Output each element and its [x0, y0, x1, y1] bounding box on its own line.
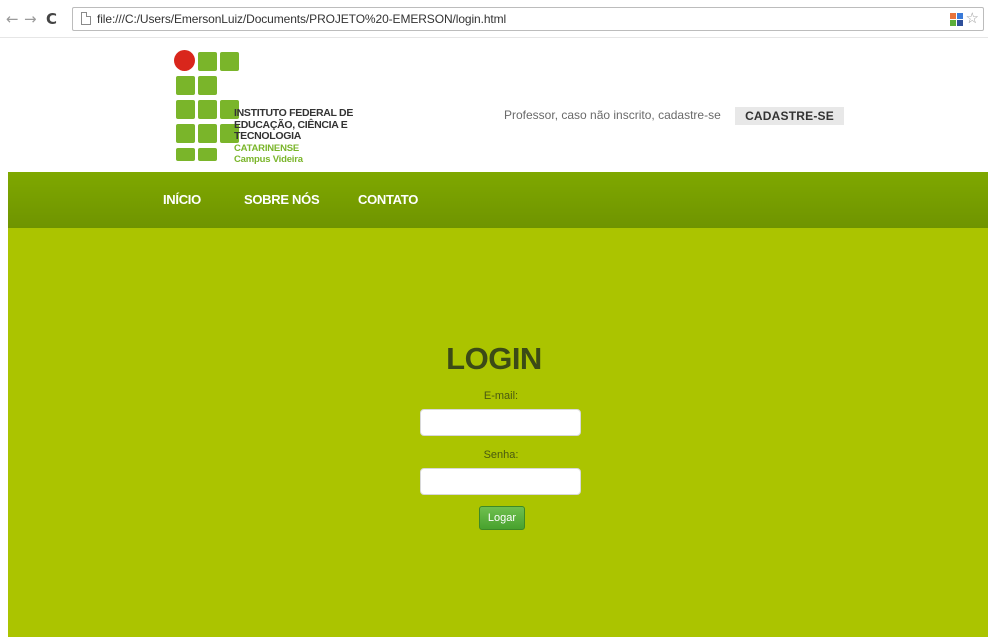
signup-button[interactable]: CADASTRE-SE [735, 107, 844, 125]
login-title: LOGIN [446, 341, 542, 376]
logo-square [176, 148, 195, 161]
logo-line-3: CATARINENSE [234, 142, 300, 154]
nav-item-contato[interactable]: CONTATO [358, 192, 418, 207]
main-nav: INÍCIO SOBRE NÓS CONTATO [8, 172, 988, 228]
password-field[interactable] [420, 468, 581, 495]
logo-line-1: INSTITUTO FEDERAL DE [234, 107, 354, 119]
nav-item-sobre-nos[interactable]: SOBRE NÓS [244, 192, 320, 207]
site-header: INSTITUTO FEDERAL DE EDUCAÇÃO, CIÊNCIA E… [8, 38, 988, 172]
logo-line-4: Campus Videira [234, 153, 303, 165]
logo-square [176, 76, 195, 95]
institute-logo: INSTITUTO FEDERAL DE EDUCAÇÃO, CIÊNCIA E… [164, 46, 404, 166]
extension-icon[interactable] [950, 13, 963, 26]
logo-square [198, 148, 217, 161]
login-button[interactable]: Logar [479, 506, 525, 530]
email-label: E-mail: [483, 390, 519, 402]
bookmark-star-icon[interactable]: ☆ [966, 9, 979, 27]
reload-icon[interactable]: C [46, 9, 57, 29]
back-arrow-icon[interactable]: ← [6, 9, 19, 29]
logo-square [198, 100, 217, 119]
logo-square [220, 52, 239, 71]
page-icon [81, 12, 91, 25]
browser-toolbar: ← → C file:///C:/Users/EmersonLuiz/Docum… [0, 0, 988, 38]
signup-prompt-text: Professor, caso não inscrito, cadastre-s… [504, 108, 721, 122]
url-text[interactable]: file:///C:/Users/EmersonLuiz/Documents/P… [97, 12, 506, 26]
email-field[interactable] [420, 409, 581, 436]
logo-square [176, 100, 195, 119]
logo-square [176, 124, 195, 143]
logo-line-2: EDUCAÇÃO, CIÊNCIA E TECNOLOGIA [234, 118, 348, 142]
logo-text: INSTITUTO FEDERAL DE EDUCAÇÃO, CIÊNCIA E… [234, 107, 404, 165]
password-label: Senha: [483, 449, 519, 461]
nav-item-inicio[interactable]: INÍCIO [163, 192, 201, 207]
logo-red-circle [174, 50, 195, 71]
logo-square [198, 76, 217, 95]
forward-arrow-icon[interactable]: → [24, 9, 37, 29]
address-bar[interactable]: file:///C:/Users/EmersonLuiz/Documents/P… [72, 7, 984, 31]
logo-square [198, 124, 217, 143]
logo-square [198, 52, 217, 71]
